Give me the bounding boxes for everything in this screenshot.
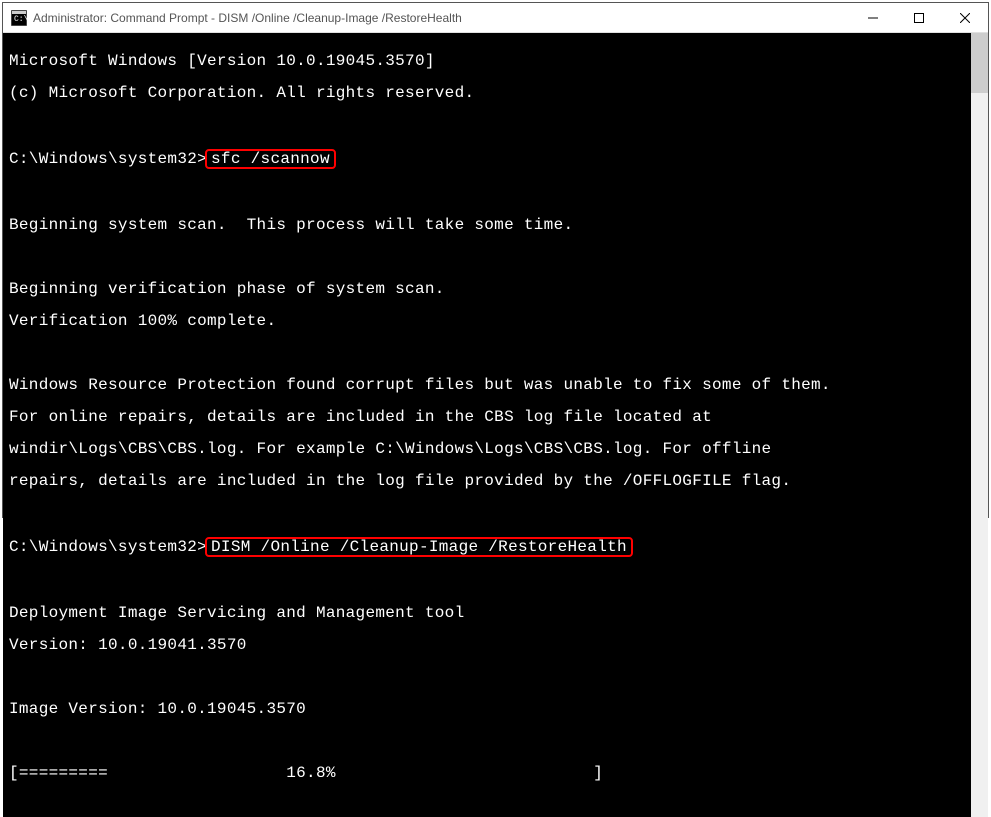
cmd-icon: C:\ [11, 10, 27, 26]
highlighted-command: sfc /scannow [205, 149, 336, 169]
console-line: repairs, details are included in the log… [9, 473, 965, 489]
console-line [9, 669, 965, 685]
console-line: C:\Windows\system32>sfc /scannow [9, 149, 965, 169]
command-prompt-window: C:\ Administrator: Command Prompt - DISM… [2, 2, 989, 518]
console-line [9, 117, 965, 133]
console-line: Verification 100% complete. [9, 313, 965, 329]
console-line: Windows Resource Protection found corrup… [9, 377, 965, 393]
console-line [9, 573, 965, 589]
console-line [9, 345, 965, 361]
console-line [9, 733, 965, 749]
console-line: Version: 10.0.19041.3570 [9, 637, 965, 653]
prompt: C:\Windows\system32> [9, 538, 207, 556]
console-line: For online repairs, details are included… [9, 409, 965, 425]
maximize-button[interactable] [896, 3, 942, 33]
window-controls [850, 3, 988, 33]
console-line [9, 249, 965, 265]
console-line: windir\Logs\CBS\CBS.log. For example C:\… [9, 441, 965, 457]
svg-text:C:\: C:\ [14, 15, 27, 24]
console-line: Beginning verification phase of system s… [9, 281, 965, 297]
console-line: Deployment Image Servicing and Managemen… [9, 605, 965, 621]
console-line: Beginning system scan. This process will… [9, 217, 965, 233]
console-content[interactable]: Microsoft Windows [Version 10.0.19045.35… [3, 33, 971, 817]
minimize-button[interactable] [850, 3, 896, 33]
console-line: Microsoft Windows [Version 10.0.19045.35… [9, 53, 965, 69]
vertical-scrollbar[interactable] [971, 33, 988, 817]
progress-bar: [========= 16.8% ] [9, 765, 965, 781]
console-line [9, 185, 965, 201]
console-area: Microsoft Windows [Version 10.0.19045.35… [3, 33, 988, 817]
window-title: Administrator: Command Prompt - DISM /On… [33, 11, 850, 25]
titlebar[interactable]: C:\ Administrator: Command Prompt - DISM… [3, 3, 988, 33]
prompt: C:\Windows\system32> [9, 150, 207, 168]
highlighted-command: DISM /Online /Cleanup-Image /RestoreHeal… [205, 537, 633, 557]
console-line: C:\Windows\system32>DISM /Online /Cleanu… [9, 537, 965, 557]
close-button[interactable] [942, 3, 988, 33]
console-line: (c) Microsoft Corporation. All rights re… [9, 85, 965, 101]
console-line [9, 505, 965, 521]
scrollbar-thumb[interactable] [971, 33, 988, 93]
console-line: Image Version: 10.0.19045.3570 [9, 701, 965, 717]
